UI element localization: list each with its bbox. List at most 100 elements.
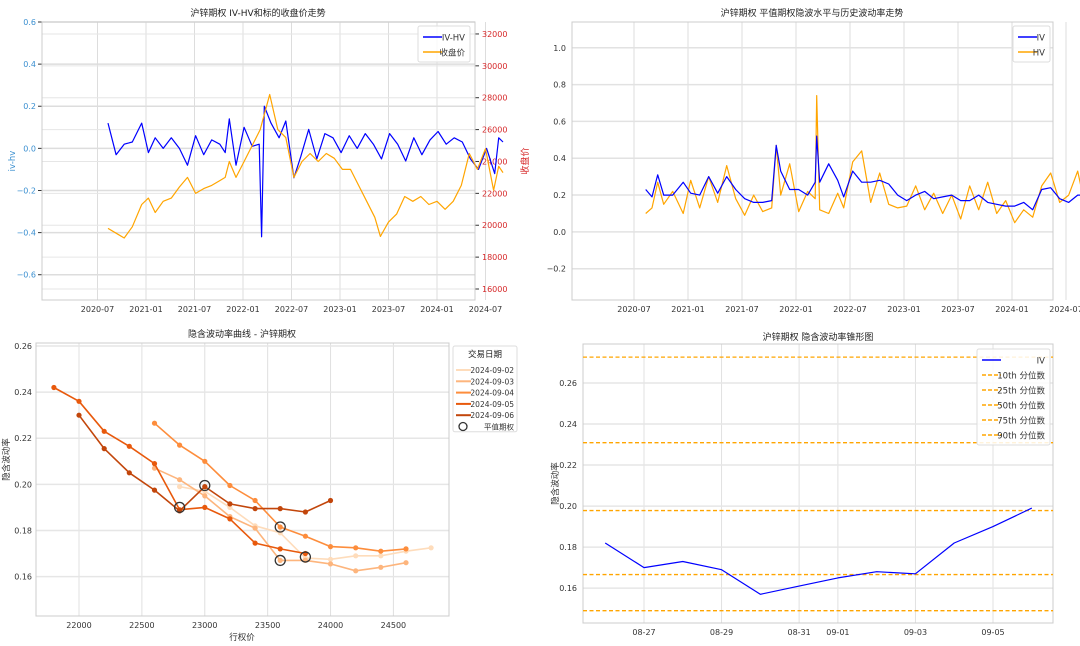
legend-label: 75th 分位数: [997, 416, 1045, 427]
y-tick-label: 0.0: [23, 144, 36, 153]
axes-frame: [571, 21, 1054, 301]
series-line-close: [107, 93, 504, 239]
y-tick-label: −0.4: [17, 229, 36, 238]
data-point: [378, 553, 384, 559]
data-point: [378, 564, 384, 570]
y-tick-label: −0.2: [17, 186, 36, 195]
figure: 2020-07 2021-01 2021-07 2022-01 2022-07 2023-…: [1, 7, 1080, 643]
x-tick-label: 2023-01: [887, 305, 920, 314]
y-tick-label: −0.6: [17, 271, 36, 280]
data-point: [151, 420, 158, 426]
x-tick-label: 2021-07: [178, 305, 211, 314]
legend-label: 收盘价: [439, 48, 465, 59]
data-point: [76, 398, 82, 404]
y-tick-label: 0.8: [553, 81, 566, 90]
data-point: [227, 516, 233, 522]
x-tick-label: 2022-07: [275, 305, 308, 314]
y2-tick-label: 26000: [482, 126, 507, 135]
data-point: [202, 458, 208, 464]
x-tick-label: 22500: [129, 621, 154, 630]
x-axis-label: 行权价: [229, 632, 255, 643]
legend-label: IV: [1037, 34, 1046, 44]
x-tick-label: 09-03: [904, 628, 927, 637]
chart-title: 沪锌期权 IV-HV和标的收盘价走势: [190, 7, 325, 19]
chart-title: 隐含波动率曲线 - 沪锌期权: [188, 328, 296, 340]
data-point: [151, 461, 158, 467]
x-tick-label: 24000: [318, 621, 343, 630]
legend-label: 90th 分位数: [997, 431, 1045, 442]
data-point: [327, 497, 334, 504]
data-point: [151, 487, 158, 493]
chart-iv-cone: 08-27 08-29 08-31 09-01 09-03 09-05 0.16 0.18 0.…: [550, 331, 1054, 637]
legend-label: 2024-09-05: [470, 400, 514, 409]
chart-title: 沪锌期权 平值期权隐波水平与历史波动率走势: [721, 7, 904, 19]
y-tick-label: 0.24: [559, 420, 577, 429]
data-point: [227, 501, 233, 507]
x-tick-label: 2021-07: [725, 305, 758, 314]
legend-label: IV: [1037, 357, 1046, 367]
chart-iv-hv-trend: 2020-07 2021-01 2021-07 2022-01 2022-07 2023-…: [547, 7, 1080, 314]
legend-label: 平值期权: [484, 422, 514, 432]
x-tick-label: 2022-01: [226, 305, 259, 314]
y2-tick-label: 18000: [482, 253, 507, 262]
y-tick-label: 0.4: [553, 154, 566, 163]
y-tick-label: 0.18: [559, 543, 577, 552]
x-tick-label: 2020-07: [617, 305, 650, 314]
series-line-hv: [645, 94, 1080, 224]
data-point: [177, 484, 183, 490]
data-point: [252, 506, 258, 512]
data-point: [277, 557, 283, 564]
data-point: [327, 544, 334, 550]
data-point: [202, 504, 208, 510]
chart-iv-smile: 22000 22500 23000 23500 24000 24500 0.16 0.18 0.…: [1, 328, 518, 643]
y-tick-label: 0.20: [559, 502, 577, 511]
data-point: [101, 428, 107, 434]
x-tick-label: 2021-01: [129, 305, 162, 314]
y-tick-label: 0.26: [559, 379, 577, 388]
data-point: [76, 412, 82, 418]
data-point: [227, 482, 233, 489]
y-tick-label: 0.2: [553, 191, 566, 200]
data-point: [378, 548, 384, 554]
data-point: [277, 546, 283, 552]
y-tick-label: 0.20: [14, 480, 32, 489]
y2-tick-label: 22000: [482, 189, 507, 198]
x-tick-label: 09-05: [981, 628, 1004, 637]
data-point: [353, 553, 359, 559]
legend-label: 50th 分位数: [997, 401, 1045, 412]
legend-label: 10th 分位数: [997, 371, 1045, 382]
legend-label: 25th 分位数: [997, 386, 1045, 397]
y-tick-label: 0.24: [14, 388, 32, 397]
y-tick-label: 0.0: [553, 228, 566, 237]
axes-frame: [35, 342, 450, 617]
x-tick-label: 22000: [66, 621, 91, 630]
x-tick-label: 2022-07: [833, 305, 866, 314]
y-tick-label: 0.22: [559, 461, 577, 470]
y2-tick-label: 28000: [482, 94, 507, 103]
data-point: [327, 561, 334, 567]
data-point: [277, 524, 283, 530]
x-tick-label: 08-31: [787, 628, 810, 637]
y2-axis-label: 收盘价: [519, 147, 531, 174]
y-tick-label: 0.18: [14, 526, 32, 535]
y2-tick-label: 16000: [482, 285, 507, 294]
data-point: [403, 546, 409, 552]
data-point: [252, 525, 258, 531]
x-tick-label: 24500: [381, 621, 406, 630]
data-point: [403, 560, 409, 566]
y2-tick-label: 20000: [482, 221, 507, 230]
data-point: [353, 568, 359, 574]
series-line-iv: [645, 135, 1080, 211]
x-tick-label: 08-29: [710, 628, 733, 637]
y-tick-label: 0.6: [553, 117, 566, 126]
legend-label: 2024-09-03: [470, 377, 514, 386]
x-tick-label: 2021-01: [671, 305, 704, 314]
y-tick-label: 0.16: [14, 573, 32, 582]
data-point: [126, 470, 132, 476]
y2-tick-label: 30000: [482, 62, 507, 71]
y2-tick-label: 32000: [482, 30, 507, 39]
y-tick-label: 0.16: [559, 584, 577, 593]
data-point: [126, 443, 132, 449]
legend-title: 交易日期: [468, 349, 502, 360]
x-tick-label: 2023-01: [323, 305, 356, 314]
